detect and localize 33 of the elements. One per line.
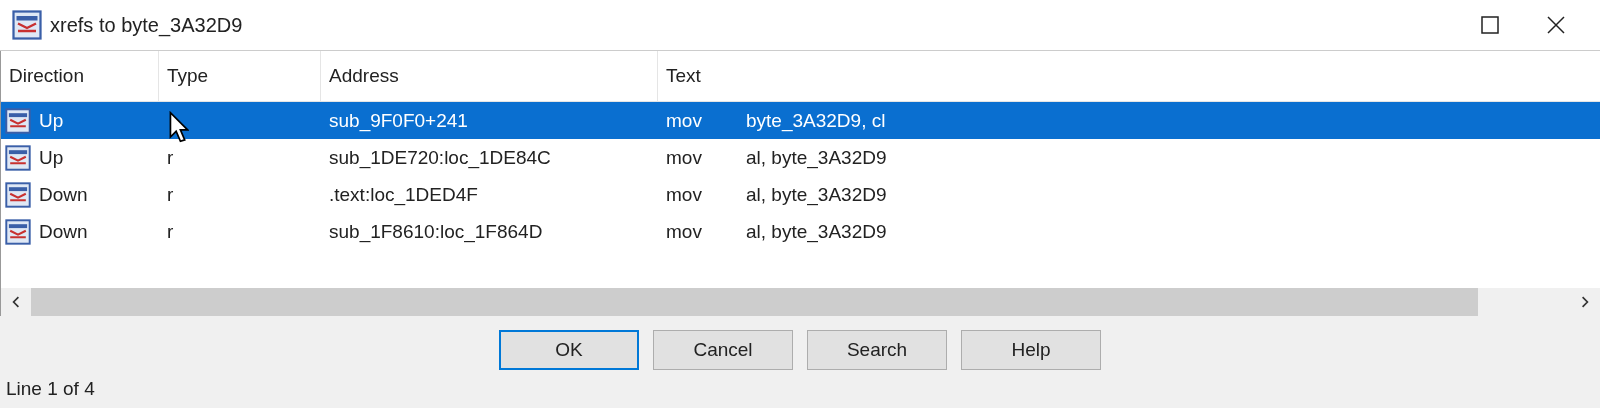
column-header[interactable]: Type [159, 51, 321, 101]
table-row[interactable]: Up r sub_1DE720:loc_1DE84C mov al, byte_3A32D9 [1, 139, 1600, 176]
dialog-button[interactable]: OK [499, 330, 639, 370]
table-cell: Up [39, 146, 64, 169]
table-cell-text: mov [666, 220, 703, 243]
table-row[interactable]: Up sub_9F0F0+241 mov byte_3A32D9, cl [1, 102, 1600, 139]
table-cell-text: mov [666, 183, 703, 206]
table-cell: sub_9F0F0+241 [329, 109, 468, 132]
table-row[interactable]: Down r sub_1F8610:loc_1F864D mov al, byte_3A32D9 [1, 213, 1600, 250]
column-header[interactable]: Text [658, 51, 1600, 101]
table-cell: sub_1DE720:loc_1DE84C [329, 146, 551, 169]
table-cell: Up [39, 109, 64, 132]
table-cell: al, byte_3A32D9 [746, 220, 887, 243]
window-title: xrefs to byte_3A32D9 [50, 13, 243, 37]
column-header[interactable]: Direction [1, 51, 159, 101]
dialog-button[interactable]: Search [807, 330, 947, 370]
table-cell: al, byte_3A32D9 [746, 146, 887, 169]
table-cell: Down [39, 220, 88, 243]
column-header[interactable]: Address [321, 51, 658, 101]
table-cell-text: mov [666, 146, 703, 169]
table-cell-text: mov [666, 109, 703, 132]
table-cell: al, byte_3A32D9 [746, 183, 887, 206]
table-cell: r [167, 183, 174, 206]
table-cell: sub_1F8610:loc_1F864D [329, 220, 543, 243]
table-cell: .text:loc_1DED4F [329, 183, 478, 206]
table-row[interactable]: Down r .text:loc_1DED4F mov al, byte_3A32D9 [1, 176, 1600, 213]
dialog-button[interactable]: Help [961, 330, 1101, 370]
table-cell: r [167, 146, 174, 169]
dialog-button[interactable]: Cancel [653, 330, 793, 370]
table-cell: byte_3A32D9, cl [746, 109, 886, 132]
table-cell: Down [39, 183, 88, 206]
status-text: Line 1 of 4 [5, 378, 96, 400]
table-cell: r [167, 220, 174, 243]
